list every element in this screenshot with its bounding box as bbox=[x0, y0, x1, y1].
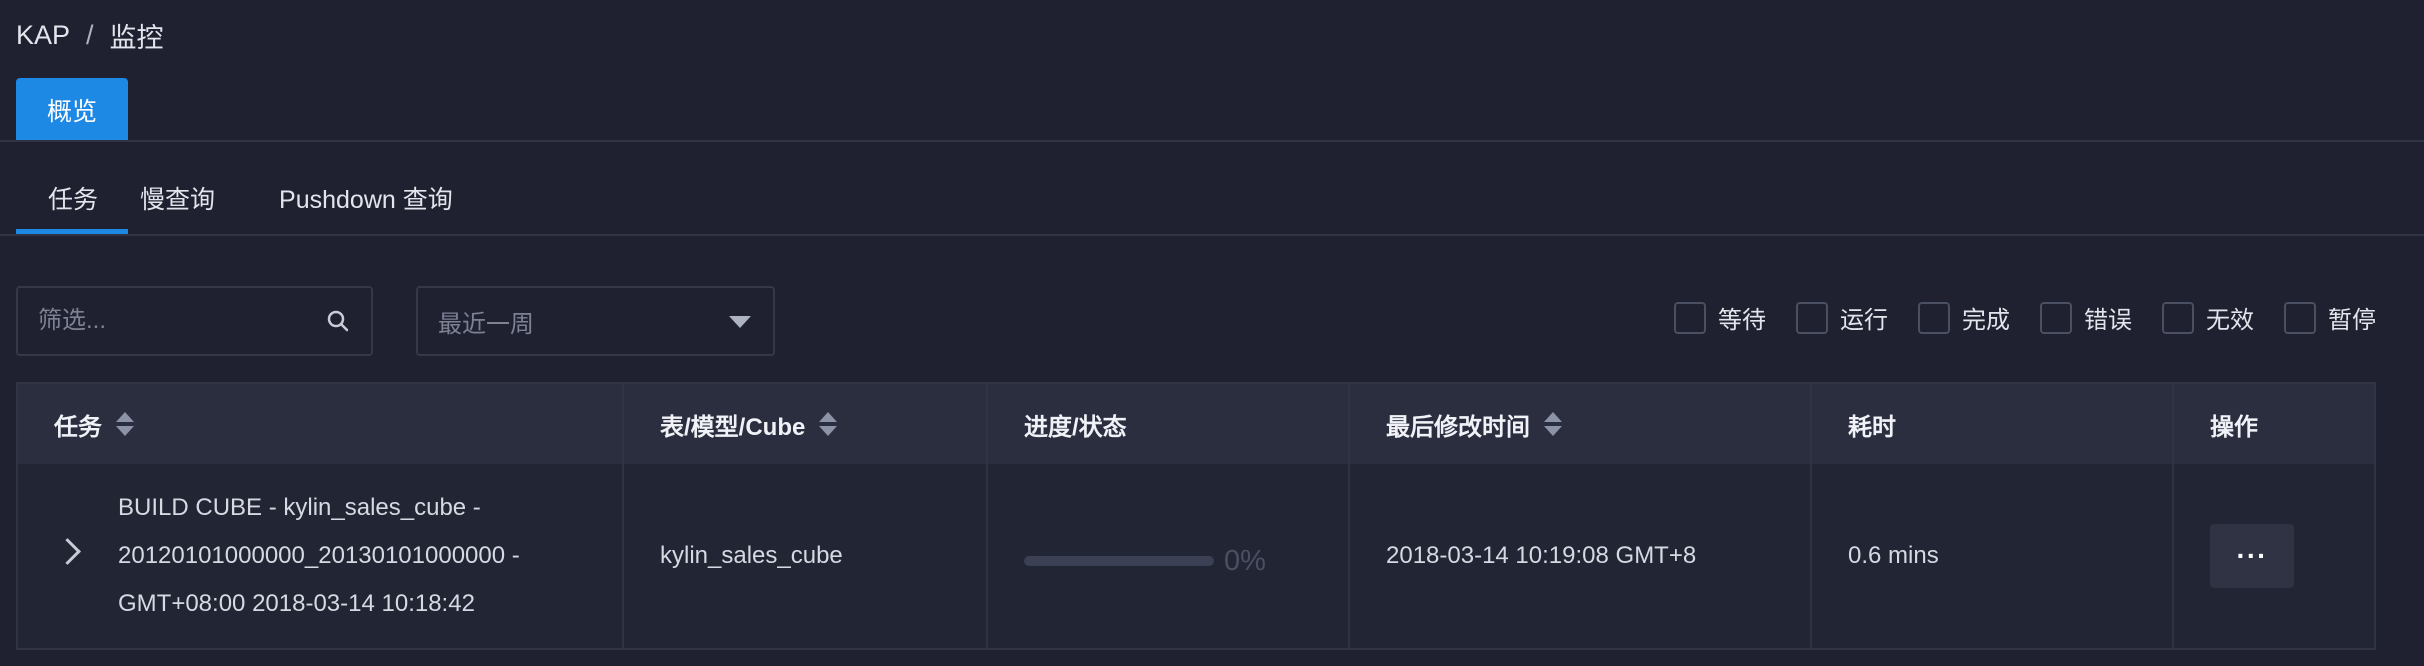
column-header-duration: 耗时 bbox=[1812, 384, 2174, 464]
status-filter-discarded[interactable]: 无效 bbox=[2162, 300, 2254, 335]
status-filter-label: 等待 bbox=[1718, 307, 1766, 334]
tab-overview[interactable]: 概览 bbox=[16, 78, 128, 141]
table-header: 任务 表/模型/Cube 进度/状态 最后修改时间 耗时 操作 bbox=[18, 384, 2374, 464]
status-filter-error[interactable]: 错误 bbox=[2040, 300, 2132, 335]
progress-bar bbox=[1024, 556, 1214, 566]
sort-icon[interactable] bbox=[116, 412, 134, 436]
period-select-value: 最近一周 bbox=[438, 310, 534, 338]
column-header-label: 任务 bbox=[54, 413, 102, 441]
breadcrumb-separator: / bbox=[86, 20, 94, 50]
jobs-table: 任务 表/模型/Cube 进度/状态 最后修改时间 耗时 操作 BUILD CU… bbox=[16, 382, 2376, 650]
sort-icon[interactable] bbox=[819, 412, 838, 436]
checkbox[interactable] bbox=[2284, 301, 2316, 334]
subtab-pushdown-queries[interactable]: Pushdown 查询 bbox=[247, 180, 485, 236]
target-cell: kylin_sales_cube bbox=[624, 464, 988, 648]
status-filter-label: 运行 bbox=[1840, 307, 1888, 334]
chevron-right-icon[interactable] bbox=[54, 538, 81, 565]
column-header-actions: 操作 bbox=[2174, 384, 2374, 464]
checkbox[interactable] bbox=[1796, 301, 1828, 334]
column-header-label: 耗时 bbox=[1848, 413, 1896, 441]
more-actions-button[interactable]: ··· bbox=[2210, 524, 2294, 588]
column-header-progress: 进度/状态 bbox=[988, 384, 1350, 464]
column-header-label: 最后修改时间 bbox=[1386, 413, 1530, 441]
column-header-task[interactable]: 任务 bbox=[18, 384, 624, 464]
task-cell: BUILD CUBE - kylin_sales_cube - 20120101… bbox=[18, 464, 624, 648]
subtab-tasks[interactable]: 任务 bbox=[16, 180, 130, 236]
status-filter-label: 完成 bbox=[1962, 307, 2010, 334]
progress-percent: 0% bbox=[1224, 544, 1266, 577]
status-filter-paused[interactable]: 暂停 bbox=[2284, 300, 2376, 335]
subtab-bar: 任务 慢查询 Pushdown 查询 bbox=[16, 180, 485, 236]
search-input[interactable] bbox=[18, 306, 330, 336]
actions-cell: ··· bbox=[2174, 464, 2374, 648]
filter-field[interactable] bbox=[16, 286, 373, 356]
breadcrumb-current: 监控 bbox=[109, 23, 164, 53]
checkbox[interactable] bbox=[2162, 301, 2194, 334]
duration-cell: 0.6 mins bbox=[1812, 464, 2174, 648]
table-row: BUILD CUBE - kylin_sales_cube - 20120101… bbox=[18, 464, 2374, 648]
divider bbox=[0, 140, 2424, 142]
column-header-label: 进度/状态 bbox=[1024, 413, 1127, 441]
checkbox[interactable] bbox=[1674, 301, 1706, 334]
status-filter-finished[interactable]: 完成 bbox=[1918, 300, 2010, 335]
column-header-label: 表/模型/Cube bbox=[660, 413, 806, 441]
last-modified-cell: 2018-03-14 10:19:08 GMT+8 bbox=[1350, 464, 1812, 648]
checkbox[interactable] bbox=[1918, 301, 1950, 334]
breadcrumb: KAP / 监控 bbox=[16, 16, 164, 55]
subtab-slow-queries[interactable]: 慢查询 bbox=[130, 180, 247, 236]
status-filter-group: 等待 运行 完成 错误 无效 暂停 bbox=[1674, 300, 2376, 335]
progress-cell: 0% bbox=[988, 464, 1350, 648]
status-filter-label: 暂停 bbox=[2328, 307, 2376, 334]
status-filter-label: 无效 bbox=[2206, 307, 2254, 334]
task-name: BUILD CUBE - kylin_sales_cube - 20120101… bbox=[118, 494, 520, 617]
sort-icon[interactable] bbox=[1544, 412, 1562, 436]
caret-down-icon bbox=[729, 316, 751, 328]
divider bbox=[0, 234, 2424, 236]
status-filter-label: 错误 bbox=[2084, 307, 2132, 334]
column-header-last-modified[interactable]: 最后修改时间 bbox=[1350, 384, 1812, 464]
search-icon[interactable] bbox=[327, 310, 349, 332]
column-header-target[interactable]: 表/模型/Cube bbox=[624, 384, 988, 464]
checkbox[interactable] bbox=[2040, 301, 2072, 334]
period-select[interactable]: 最近一周 bbox=[416, 286, 775, 356]
column-header-label: 操作 bbox=[2210, 413, 2258, 441]
status-filter-running[interactable]: 运行 bbox=[1796, 300, 1888, 335]
breadcrumb-root[interactable]: KAP bbox=[16, 20, 70, 51]
status-filter-waiting[interactable]: 等待 bbox=[1674, 300, 1766, 335]
